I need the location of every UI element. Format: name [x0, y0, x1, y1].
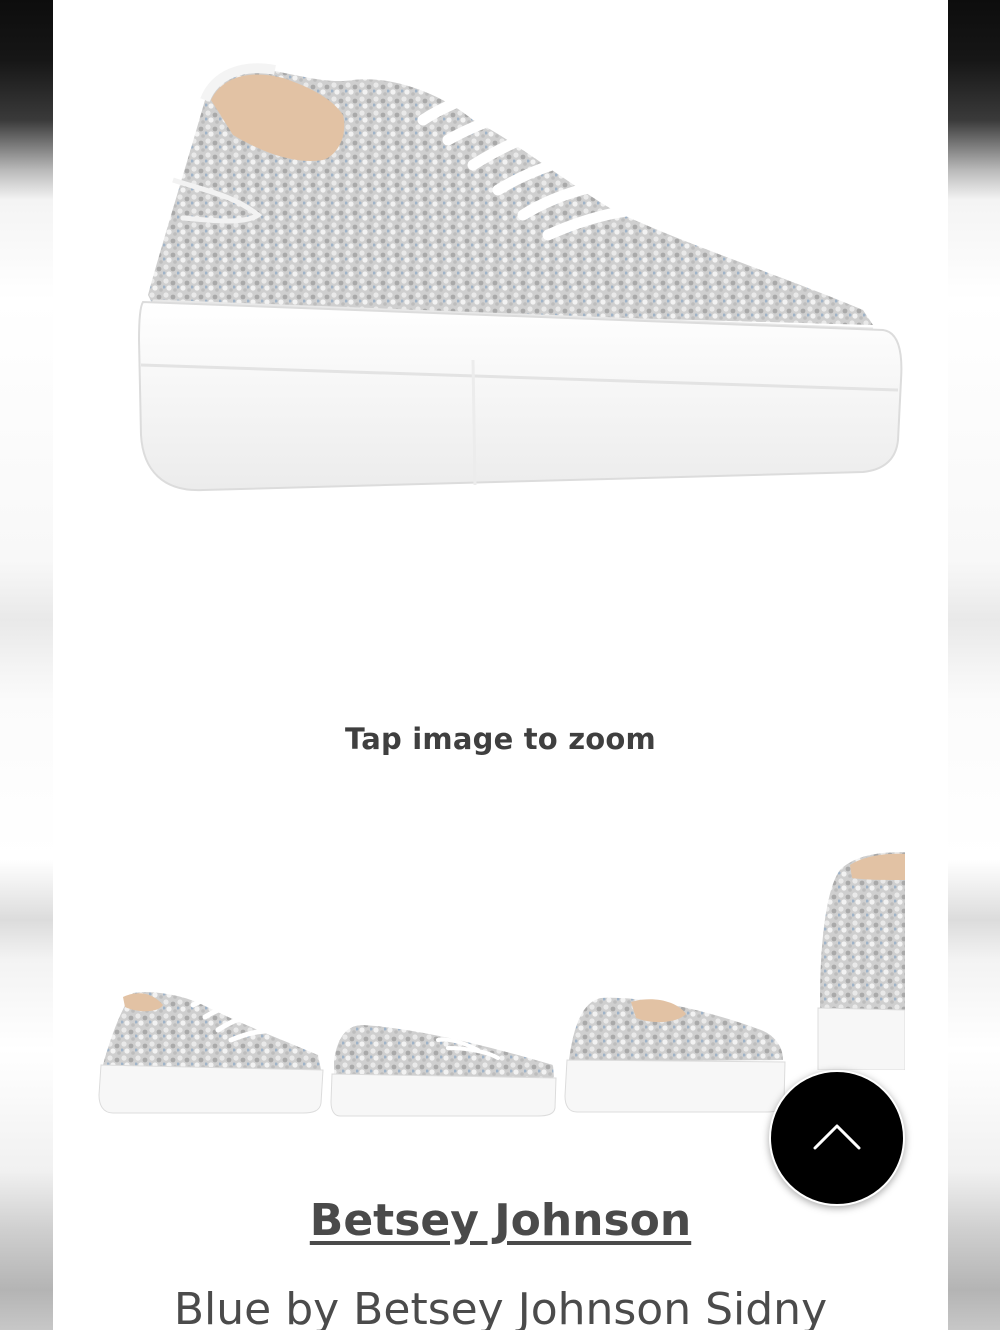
- product-title: Blue by Betsey Johnson Sidny: [173, 1284, 828, 1330]
- thumbnail-3[interactable]: [561, 990, 791, 1120]
- thumbnail-2[interactable]: [328, 1020, 558, 1120]
- thumbnail-4[interactable]: [810, 850, 905, 1070]
- product-page: Tap image to zoom Betsey Johnson Blue by…: [53, 0, 948, 1330]
- brand-link[interactable]: Betsey Johnson: [53, 1195, 948, 1246]
- left-screen-edge: [0, 0, 53, 1330]
- main-product-image[interactable]: [93, 40, 913, 530]
- chevron-up-icon: [809, 1118, 865, 1158]
- scroll-to-top-button[interactable]: [769, 1070, 905, 1206]
- zoom-hint: Tap image to zoom: [345, 722, 656, 756]
- thumbnail-1[interactable]: [93, 985, 328, 1120]
- right-screen-edge: [948, 0, 1000, 1330]
